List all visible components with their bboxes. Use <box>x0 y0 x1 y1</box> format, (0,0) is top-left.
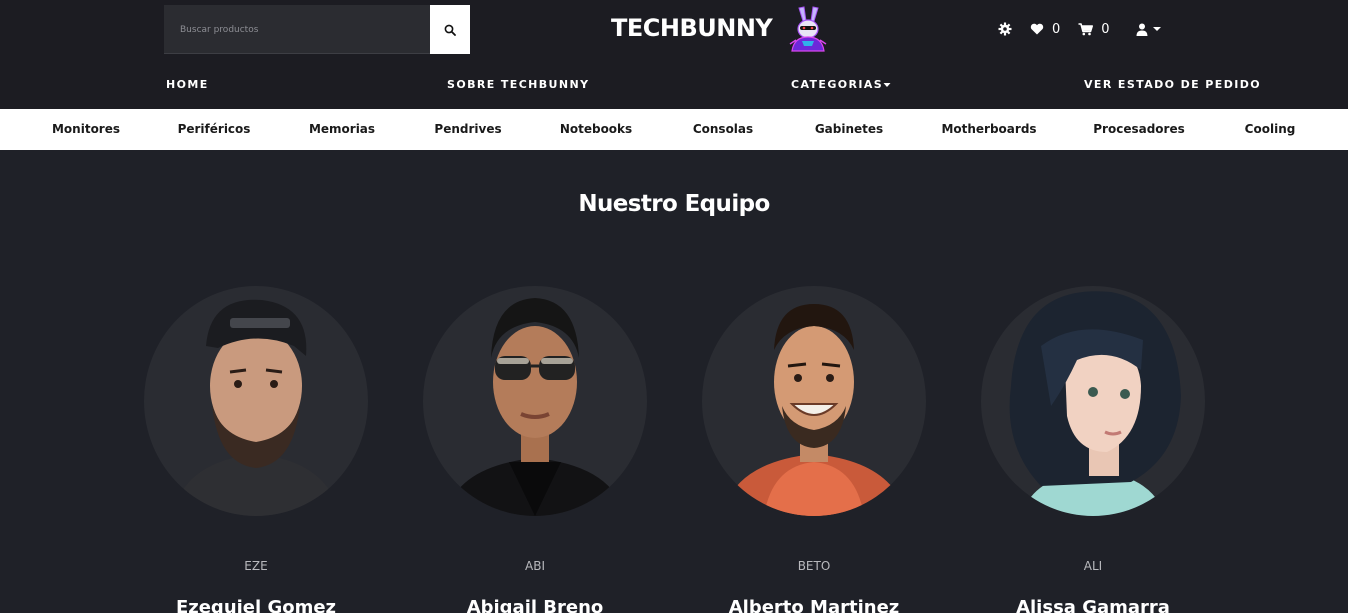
member-name: Ezequiel Gomez <box>175 597 337 613</box>
member-photo <box>423 286 647 516</box>
member-nickname: ABI <box>525 559 545 573</box>
category-link[interactable]: Periféricos <box>178 122 251 136</box>
section-title: Nuestro Equipo <box>578 191 770 217</box>
nav-categories[interactable]: CATEGORIAS <box>791 78 891 91</box>
search-icon <box>444 24 456 36</box>
caret-down-icon <box>883 83 891 87</box>
search-bar <box>164 5 470 54</box>
category-link[interactable]: Cooling <box>1245 122 1296 136</box>
member-name: Abigail Breno <box>466 597 604 613</box>
member-name: Alissa Gamarra <box>1016 597 1170 613</box>
nav-home[interactable]: HOME <box>166 78 209 91</box>
member-photo <box>702 286 926 516</box>
main-nav: HOME SOBRE TECHBUNNY CATEGORIAS VER ESTA… <box>0 78 1348 94</box>
favorites-button[interactable]: 0 <box>1030 22 1060 37</box>
gear-icon <box>998 22 1012 36</box>
caret-down-icon <box>1152 27 1161 31</box>
search-button[interactable] <box>430 5 470 54</box>
cart-button[interactable]: 0 <box>1078 21 1110 37</box>
favorites-count: 0 <box>1052 21 1061 37</box>
user-icon <box>1136 23 1148 36</box>
nav-categories-label: CATEGORIAS <box>791 78 884 91</box>
nav-order-status[interactable]: VER ESTADO DE PEDIDO <box>1084 78 1261 91</box>
category-bar: Monitores Periféricos Memorias Pendrives… <box>0 109 1348 150</box>
settings-button[interactable] <box>998 22 1012 36</box>
member-nickname: EZE <box>244 559 268 573</box>
heart-icon <box>1030 23 1044 35</box>
member-photo <box>144 286 368 516</box>
search-input[interactable] <box>164 5 430 54</box>
category-link[interactable]: Memorias <box>309 122 375 136</box>
category-link[interactable]: Gabinetes <box>815 122 883 136</box>
team-member-card: ALI Alissa Gamarra <box>981 286 1205 613</box>
category-link[interactable]: Procesadores <box>1093 122 1184 136</box>
site-logo[interactable]: TECHBUNNY <box>611 4 836 52</box>
category-link[interactable]: Pendrives <box>434 122 501 136</box>
nav-about[interactable]: SOBRE TECHBUNNY <box>447 78 589 91</box>
cart-icon <box>1078 22 1094 35</box>
logo-text: TECHBUNNY <box>611 14 773 42</box>
team-member-card: EZE Ezequiel Gomez <box>144 286 368 613</box>
member-photo <box>981 286 1205 516</box>
site-header: TECHBUNNY <box>0 0 1348 109</box>
category-link[interactable]: Motherboards <box>941 122 1036 136</box>
category-link[interactable]: Consolas <box>693 122 753 136</box>
member-name: Alberto Martinez <box>728 597 900 613</box>
category-link[interactable]: Monitores <box>52 122 120 136</box>
user-menu-button[interactable] <box>1136 23 1162 36</box>
category-link[interactable]: Notebooks <box>560 122 632 136</box>
cart-count: 0 <box>1101 21 1110 37</box>
member-nickname: ALI <box>1083 559 1103 573</box>
bunny-logo-icon <box>789 6 827 52</box>
member-nickname: BETO <box>797 559 831 573</box>
team-member-card: ABI Abigail Breno <box>423 286 647 613</box>
team-member-card: BETO Alberto Martinez <box>702 286 926 613</box>
header-tools: 0 0 <box>998 18 1162 40</box>
